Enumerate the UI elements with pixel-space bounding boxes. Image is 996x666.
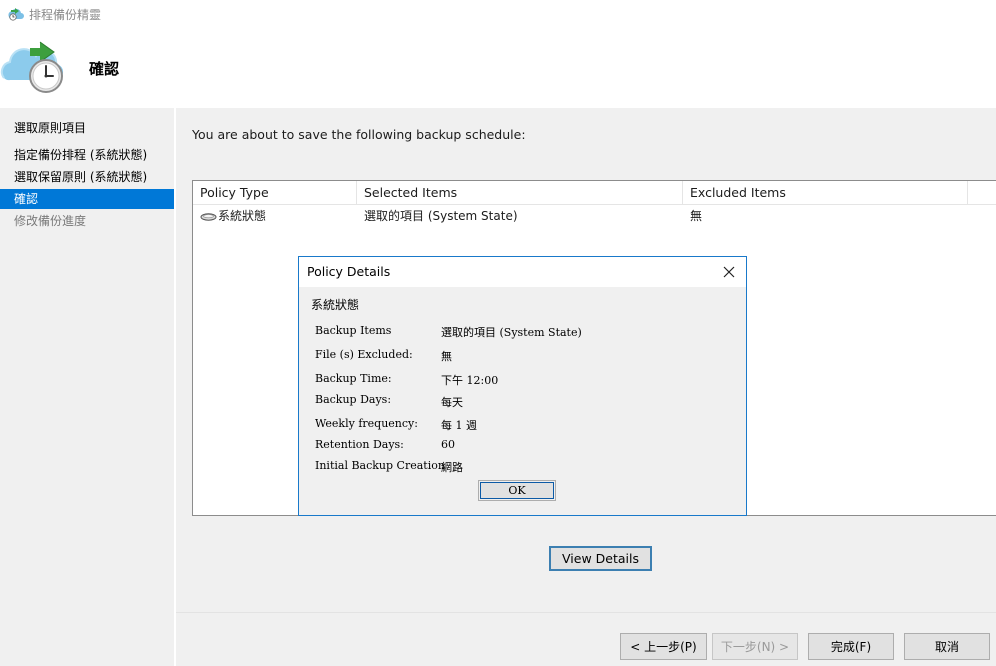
backup-app-icon: [8, 8, 24, 21]
cancel-button[interactable]: 取消: [904, 633, 990, 660]
nav-step-backup-schedule[interactable]: 指定備份排程 (系統狀態): [0, 145, 174, 165]
field-value-backup-days: 每天: [441, 396, 463, 409]
system-state-disk-icon: [200, 212, 217, 221]
title-bar: 排程備份精靈: [0, 0, 996, 28]
close-icon: [723, 266, 735, 278]
field-value-backup-items: 選取的項目 (System State): [441, 326, 582, 339]
field-value-files-excluded: 無: [441, 350, 452, 363]
next-button: 下一步(N) >: [712, 633, 798, 660]
policy-type-text: 系統狀態: [218, 209, 267, 223]
cell-policy-type: 系統狀態: [193, 205, 357, 227]
nav-step-select-items[interactable]: 選取原則項目: [0, 118, 174, 138]
column-header-excluded-items[interactable]: Excluded Items: [683, 181, 968, 205]
dialog-close-button[interactable]: [718, 261, 740, 283]
field-value-weekly-frequency: 每 1 週: [441, 419, 477, 432]
dialog-section-title: 系統狀態: [311, 298, 360, 312]
wizard-steps-nav: 選取原則項目 指定備份排程 (系統狀態) 選取保留原則 (系統狀態) 確認 修改…: [0, 108, 174, 666]
page-title: 確認: [89, 60, 120, 78]
dialog-title: Policy Details: [307, 264, 391, 279]
back-button[interactable]: < 上一步(P): [620, 633, 707, 660]
cell-selected-items: 選取的項目 (System State): [364, 209, 518, 223]
field-label-initial-backup-creation: Initial Backup Creation: [315, 459, 445, 472]
field-value-retention-days: 60: [441, 438, 455, 451]
field-label-backup-days: Backup Days:: [315, 393, 392, 406]
field-label-retention-days: Retention Days:: [315, 438, 404, 451]
field-label-backup-items: Backup Items: [315, 324, 392, 337]
wizard-window: 排程備份精靈 確認 選取原則項目 指定備份排程 (系統狀態) 選取保留原則 (系…: [0, 0, 996, 666]
backup-schedule-icon: [0, 41, 64, 93]
window-title: 排程備份精靈: [29, 7, 102, 22]
nav-step-confirm[interactable]: 確認: [0, 189, 174, 209]
finish-button[interactable]: 完成(F): [808, 633, 894, 660]
policy-details-dialog: Policy Details 系統狀態 Backup Items 選取的項目 (…: [298, 256, 747, 516]
wizard-footer: < 上一步(P) 下一步(N) > 完成(F) 取消: [176, 612, 996, 666]
list-header: Policy Type Selected Items Excluded Item…: [193, 181, 996, 205]
table-row[interactable]: 系統狀態 選取的項目 (System State) 無: [193, 205, 996, 227]
field-value-initial-backup-creation: 網路: [441, 461, 463, 474]
field-label-backup-time: Backup Time:: [315, 372, 392, 385]
intro-text: You are about to save the following back…: [192, 127, 526, 142]
column-header-selected-items[interactable]: Selected Items: [357, 181, 683, 205]
dialog-title-bar: Policy Details: [299, 257, 746, 287]
nav-step-modify-progress: 修改備份進度: [14, 214, 87, 228]
field-label-files-excluded: File (s) Excluded:: [315, 348, 413, 361]
cell-excluded-items: 無: [690, 209, 703, 223]
view-details-button[interactable]: View Details: [549, 546, 652, 571]
nav-step-retention-policy[interactable]: 選取保留原則 (系統狀態): [0, 167, 174, 187]
field-value-backup-time: 下午 12:00: [441, 374, 499, 387]
column-header-policy-type[interactable]: Policy Type: [193, 181, 357, 205]
field-label-weekly-frequency: Weekly frequency:: [315, 417, 418, 430]
wizard-header: 確認: [0, 28, 996, 108]
dialog-ok-button[interactable]: OK: [478, 480, 556, 501]
